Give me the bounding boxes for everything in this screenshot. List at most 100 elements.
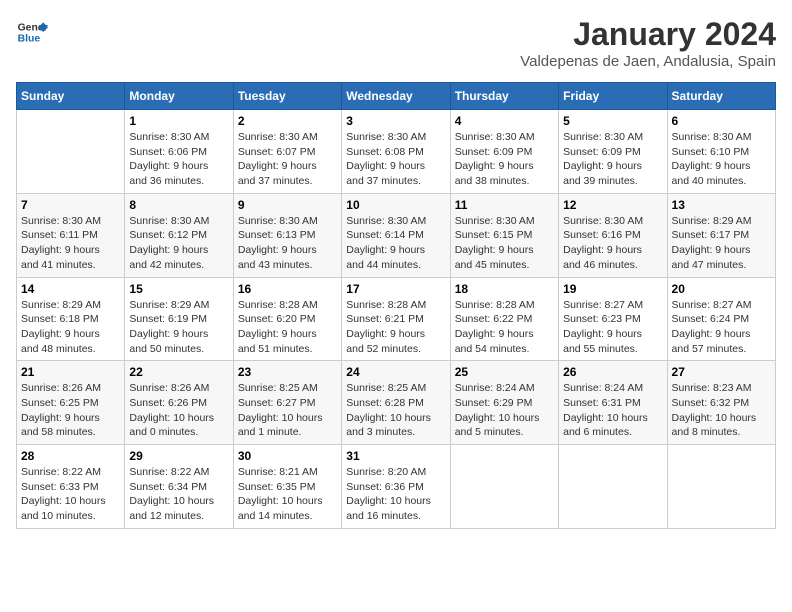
cell-content: Sunrise: 8:30 AM Sunset: 6:15 PM Dayligh…	[455, 214, 554, 273]
calendar-cell: 5 Sunrise: 8:30 AM Sunset: 6:09 PM Daylig…	[559, 110, 667, 194]
day-header-tuesday: Tuesday	[233, 83, 341, 110]
calendar-cell: 16 Sunrise: 8:28 AM Sunset: 6:20 PM Dayli…	[233, 277, 341, 361]
cell-content: Sunrise: 8:30 AM Sunset: 6:09 PM Dayligh…	[563, 130, 662, 189]
day-number: 5	[563, 114, 662, 128]
cell-content: Sunrise: 8:24 AM Sunset: 6:29 PM Dayligh…	[455, 381, 554, 440]
calendar-week-row: 14 Sunrise: 8:29 AM Sunset: 6:18 PM Dayli…	[17, 277, 776, 361]
day-number: 14	[21, 282, 120, 296]
cell-content: Sunrise: 8:27 AM Sunset: 6:24 PM Dayligh…	[672, 298, 771, 357]
calendar-week-row: 21 Sunrise: 8:26 AM Sunset: 6:25 PM Dayli…	[17, 361, 776, 445]
calendar-cell	[450, 445, 558, 529]
cell-content: Sunrise: 8:26 AM Sunset: 6:26 PM Dayligh…	[129, 381, 228, 440]
day-number: 4	[455, 114, 554, 128]
day-header-friday: Friday	[559, 83, 667, 110]
day-number: 27	[672, 365, 771, 379]
calendar-cell: 22Sunrise: 8:26 AM Sunset: 6:26 PM Dayli…	[125, 361, 233, 445]
day-number: 18	[455, 282, 554, 296]
calendar-week-row: 1Sunrise: 8:30 AM Sunset: 6:06 PM Daylig…	[17, 110, 776, 194]
day-number: 15	[129, 282, 228, 296]
day-number: 17	[346, 282, 445, 296]
day-header-wednesday: Wednesday	[342, 83, 450, 110]
month-title: January 2024	[520, 16, 776, 53]
calendar-cell: 6Sunrise: 8:30 AM Sunset: 6:10 PM Daylig…	[667, 110, 775, 194]
calendar-cell	[17, 110, 125, 194]
cell-content: Sunrise: 8:20 AM Sunset: 6:36 PM Dayligh…	[346, 465, 445, 524]
calendar-cell: 14 Sunrise: 8:29 AM Sunset: 6:18 PM Dayli…	[17, 277, 125, 361]
calendar-cell: 7 Sunrise: 8:30 AM Sunset: 6:11 PM Daylig…	[17, 193, 125, 277]
cell-content: Sunrise: 8:25 AM Sunset: 6:27 PM Dayligh…	[238, 381, 337, 440]
calendar-cell: 1Sunrise: 8:30 AM Sunset: 6:06 PM Daylig…	[125, 110, 233, 194]
calendar-cell: 27 Sunrise: 8:23 AM Sunset: 6:32 PM Dayli…	[667, 361, 775, 445]
day-header-sunday: Sunday	[17, 83, 125, 110]
day-header-saturday: Saturday	[667, 83, 775, 110]
cell-content: Sunrise: 8:30 AM Sunset: 6:16 PM Dayligh…	[563, 214, 662, 273]
cell-content: Sunrise: 8:29 AM Sunset: 6:17 PM Dayligh…	[672, 214, 771, 273]
calendar-cell: 20 Sunrise: 8:27 AM Sunset: 6:24 PM Dayli…	[667, 277, 775, 361]
day-number: 3	[346, 114, 445, 128]
day-number: 16	[238, 282, 337, 296]
title-area: January 2024 Valdepenas de Jaen, Andalus…	[520, 16, 776, 70]
calendar-cell: 11 Sunrise: 8:30 AM Sunset: 6:15 PM Dayli…	[450, 193, 558, 277]
day-number: 7	[21, 198, 120, 212]
cell-content: Sunrise: 8:30 AM Sunset: 6:13 PM Dayligh…	[238, 214, 337, 273]
calendar-week-row: 7 Sunrise: 8:30 AM Sunset: 6:11 PM Daylig…	[17, 193, 776, 277]
cell-content: Sunrise: 8:30 AM Sunset: 6:14 PM Dayligh…	[346, 214, 445, 273]
svg-text:Blue: Blue	[18, 34, 41, 45]
calendar-cell: 29 Sunrise: 8:22 AM Sunset: 6:34 PM Dayli…	[125, 445, 233, 529]
cell-content: Sunrise: 8:26 AM Sunset: 6:25 PM Dayligh…	[21, 381, 120, 440]
cell-content: Sunrise: 8:29 AM Sunset: 6:19 PM Dayligh…	[129, 298, 228, 357]
cell-content: Sunrise: 8:30 AM Sunset: 6:10 PM Dayligh…	[672, 130, 771, 189]
day-number: 29	[129, 449, 228, 463]
calendar-cell: 30Sunrise: 8:21 AM Sunset: 6:35 PM Dayli…	[233, 445, 341, 529]
day-number: 21	[21, 365, 120, 379]
calendar-cell: 12 Sunrise: 8:30 AM Sunset: 6:16 PM Dayli…	[559, 193, 667, 277]
cell-content: Sunrise: 8:28 AM Sunset: 6:20 PM Dayligh…	[238, 298, 337, 357]
cell-content: Sunrise: 8:24 AM Sunset: 6:31 PM Dayligh…	[563, 381, 662, 440]
day-number: 8	[129, 198, 228, 212]
cell-content: Sunrise: 8:28 AM Sunset: 6:22 PM Dayligh…	[455, 298, 554, 357]
day-number: 24	[346, 365, 445, 379]
day-number: 25	[455, 365, 554, 379]
calendar-cell: 25 Sunrise: 8:24 AM Sunset: 6:29 PM Dayli…	[450, 361, 558, 445]
day-number: 12	[563, 198, 662, 212]
calendar-cell: 15 Sunrise: 8:29 AM Sunset: 6:19 PM Dayli…	[125, 277, 233, 361]
cell-content: Sunrise: 8:30 AM Sunset: 6:08 PM Dayligh…	[346, 130, 445, 189]
day-number: 19	[563, 282, 662, 296]
calendar-cell: 31 Sunrise: 8:20 AM Sunset: 6:36 PM Dayli…	[342, 445, 450, 529]
day-number: 11	[455, 198, 554, 212]
cell-content: Sunrise: 8:23 AM Sunset: 6:32 PM Dayligh…	[672, 381, 771, 440]
cell-content: Sunrise: 8:30 AM Sunset: 6:06 PM Dayligh…	[129, 130, 228, 189]
cell-content: Sunrise: 8:28 AM Sunset: 6:21 PM Dayligh…	[346, 298, 445, 357]
calendar-cell: 10 Sunrise: 8:30 AM Sunset: 6:14 PM Dayli…	[342, 193, 450, 277]
cell-content: Sunrise: 8:27 AM Sunset: 6:23 PM Dayligh…	[563, 298, 662, 357]
location-subtitle: Valdepenas de Jaen, Andalusia, Spain	[520, 53, 776, 70]
calendar-header-row: SundayMondayTuesdayWednesdayThursdayFrid…	[17, 83, 776, 110]
day-number: 31	[346, 449, 445, 463]
calendar-cell: 2 Sunrise: 8:30 AM Sunset: 6:07 PM Daylig…	[233, 110, 341, 194]
cell-content: Sunrise: 8:22 AM Sunset: 6:33 PM Dayligh…	[21, 465, 120, 524]
cell-content: Sunrise: 8:22 AM Sunset: 6:34 PM Dayligh…	[129, 465, 228, 524]
calendar-cell: 18 Sunrise: 8:28 AM Sunset: 6:22 PM Dayli…	[450, 277, 558, 361]
day-header-monday: Monday	[125, 83, 233, 110]
day-number: 26	[563, 365, 662, 379]
calendar-cell: 21 Sunrise: 8:26 AM Sunset: 6:25 PM Dayli…	[17, 361, 125, 445]
cell-content: Sunrise: 8:30 AM Sunset: 6:12 PM Dayligh…	[129, 214, 228, 273]
cell-content: Sunrise: 8:30 AM Sunset: 6:11 PM Dayligh…	[21, 214, 120, 273]
calendar-table: SundayMondayTuesdayWednesdayThursdayFrid…	[16, 82, 776, 529]
calendar-cell	[667, 445, 775, 529]
page-header: General Blue January 2024 Valdepenas de …	[16, 16, 776, 70]
calendar-cell: 3 Sunrise: 8:30 AM Sunset: 6:08 PM Daylig…	[342, 110, 450, 194]
day-number: 20	[672, 282, 771, 296]
day-number: 10	[346, 198, 445, 212]
logo: General Blue	[16, 16, 48, 48]
calendar-cell: 4Sunrise: 8:30 AM Sunset: 6:09 PM Daylig…	[450, 110, 558, 194]
calendar-cell: 9Sunrise: 8:30 AM Sunset: 6:13 PM Daylig…	[233, 193, 341, 277]
cell-content: Sunrise: 8:29 AM Sunset: 6:18 PM Dayligh…	[21, 298, 120, 357]
cell-content: Sunrise: 8:30 AM Sunset: 6:07 PM Dayligh…	[238, 130, 337, 189]
calendar-week-row: 28Sunrise: 8:22 AM Sunset: 6:33 PM Dayli…	[17, 445, 776, 529]
calendar-cell: 24 Sunrise: 8:25 AM Sunset: 6:28 PM Dayli…	[342, 361, 450, 445]
calendar-cell: 28Sunrise: 8:22 AM Sunset: 6:33 PM Dayli…	[17, 445, 125, 529]
calendar-cell: 8 Sunrise: 8:30 AM Sunset: 6:12 PM Daylig…	[125, 193, 233, 277]
day-number: 2	[238, 114, 337, 128]
cell-content: Sunrise: 8:25 AM Sunset: 6:28 PM Dayligh…	[346, 381, 445, 440]
